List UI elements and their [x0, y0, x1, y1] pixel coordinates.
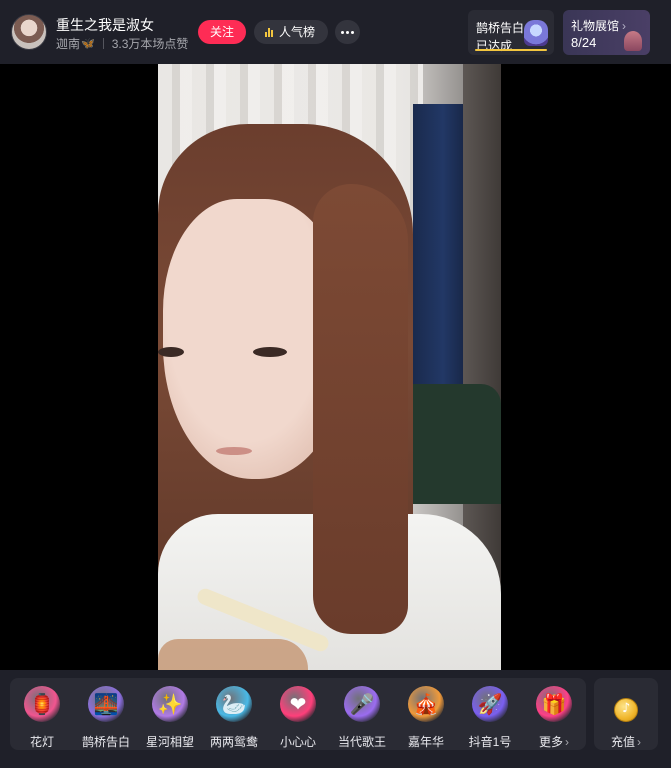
gift-label: 嘉年华	[394, 733, 458, 750]
gift-bar: 🏮 花灯 🌉 鹊桥告白 ✨ 星河相望 🦢 两两鸳鸯 ❤ 小心心 🎤 当代歌王 🎪 嘉年华 🚀 抖音1号 🎁 更多 ›…	[0, 670, 671, 768]
gift-label: 星河相望	[138, 733, 202, 750]
gift-goal-progress	[475, 49, 547, 51]
gift-item[interactable]: 🚀 抖音1号	[458, 678, 522, 750]
streamer-avatar[interactable]	[11, 14, 47, 50]
more-options-button[interactable]	[335, 20, 360, 44]
gift-label: 小心心	[266, 733, 330, 750]
dot-icon	[341, 30, 344, 34]
gift-goal-card[interactable]: 鹊桥告白 已达成	[468, 10, 554, 55]
recharge-button[interactable]: 充值›	[594, 678, 658, 750]
butterfly-icon: 🦋	[81, 38, 95, 50]
chevron-right-icon: ›	[637, 735, 641, 749]
gift-gallery-title: 礼物展馆 ›	[571, 17, 626, 34]
recharge-label-text: 充值	[610, 735, 635, 749]
likes-count: 3.3万本场点赞	[111, 37, 189, 51]
gift-goal-status: 已达成	[476, 39, 513, 53]
gift-label-text: 更多	[538, 735, 563, 749]
lantern-icon: 🏮	[24, 686, 60, 722]
recharge-label: 充值 ›	[594, 733, 658, 750]
popularity-rank-button[interactable]: 人气榜	[254, 20, 328, 44]
gift-label-text: 花灯	[29, 735, 54, 749]
gift-label: 当代歌王	[330, 733, 394, 750]
room-header: 重生之我是淑女 迦南 🦋 3.3万本场点赞 关注 人气榜 鹊桥告白 已达成 礼物…	[0, 0, 671, 64]
chevron-right-icon: ›	[622, 19, 627, 33]
gift-label: 抖音1号	[458, 733, 522, 750]
gift-goal-progress-fill	[475, 49, 547, 51]
gift-item[interactable]: ✨ 星河相望	[138, 678, 202, 750]
gift-figure-icon	[624, 31, 642, 51]
gift-item[interactable]: 🎪 嘉年华	[394, 678, 458, 750]
gift-box-icon: 🎁	[536, 686, 572, 722]
streamer-name[interactable]: 重生之我是淑女	[56, 15, 154, 35]
gift-label-text: 小心心	[279, 735, 316, 749]
gift-label-text: 抖音1号	[468, 735, 512, 749]
gift-label: 两两鸳鸯	[202, 733, 266, 750]
gift-label-text: 当代歌王	[337, 735, 386, 749]
gift-goal-title: 鹊桥告白	[476, 21, 525, 35]
gift-label: 花灯	[10, 733, 74, 750]
streamer-eye	[158, 347, 184, 357]
gift-item[interactable]: ❤ 小心心	[266, 678, 330, 750]
gift-list: 🏮 花灯 🌉 鹊桥告白 ✨ 星河相望 🦢 两两鸳鸯 ❤ 小心心 🎤 当代歌王 🎪 嘉年华 🚀 抖音1号 🎁 更多 ›	[10, 678, 586, 750]
bar-chart-icon	[265, 27, 273, 37]
magpie-bridge-icon	[524, 20, 548, 46]
gift-item[interactable]: 🌉 鹊桥告白	[74, 678, 138, 750]
gift-gallery-card[interactable]: 礼物展馆 › 8/24	[563, 10, 650, 55]
rocket-icon: 🚀	[472, 686, 508, 722]
live-video[interactable]	[158, 64, 501, 670]
follow-button[interactable]: 关注	[198, 20, 246, 44]
dot-icon	[346, 30, 349, 34]
mandarin-ducks-icon: 🦢	[216, 686, 252, 722]
host-name: 迦南	[56, 37, 81, 51]
star-river-icon: ✨	[152, 686, 188, 722]
chevron-right-icon: ›	[565, 735, 569, 749]
gift-label-text: 星河相望	[145, 735, 194, 749]
gift-item[interactable]: 🎤 当代歌王	[330, 678, 394, 750]
carnival-icon: 🎪	[408, 686, 444, 722]
gift-gallery-title-text: 礼物展馆	[571, 19, 620, 33]
streamer-eye	[253, 347, 287, 357]
gift-item[interactable]: 🦢 两两鸳鸯	[202, 678, 266, 750]
magpie-bridge-icon: 🌉	[88, 686, 124, 722]
live-room: 重生之我是淑女 迦南 🦋 3.3万本场点赞 关注 人气榜 鹊桥告白 已达成 礼物…	[0, 0, 671, 768]
gift-label-text: 鹊桥告白	[81, 735, 130, 749]
gift-label: 鹊桥告白	[74, 733, 138, 750]
snack-bag	[158, 639, 308, 670]
heart-icon: ❤	[280, 686, 316, 722]
streamer-hair-front	[313, 184, 408, 634]
gift-item[interactable]: 🎁 更多 ›	[522, 678, 586, 750]
gift-label: 更多 ›	[522, 733, 586, 750]
streamer-sub-line: 迦南 🦋 3.3万本场点赞	[56, 35, 188, 52]
gift-label-text: 两两鸳鸯	[209, 735, 258, 749]
gift-item[interactable]: 🏮 花灯	[10, 678, 74, 750]
singer-king-icon: 🎤	[344, 686, 380, 722]
popularity-rank-label: 人气榜	[279, 25, 316, 39]
dot-icon	[351, 30, 354, 34]
video-area	[0, 64, 671, 670]
coin-icon	[614, 698, 638, 722]
gift-label-text: 嘉年华	[407, 735, 444, 749]
streamer-mouth	[216, 447, 252, 455]
gift-gallery-count: 8/24	[571, 35, 597, 50]
divider	[102, 38, 104, 49]
